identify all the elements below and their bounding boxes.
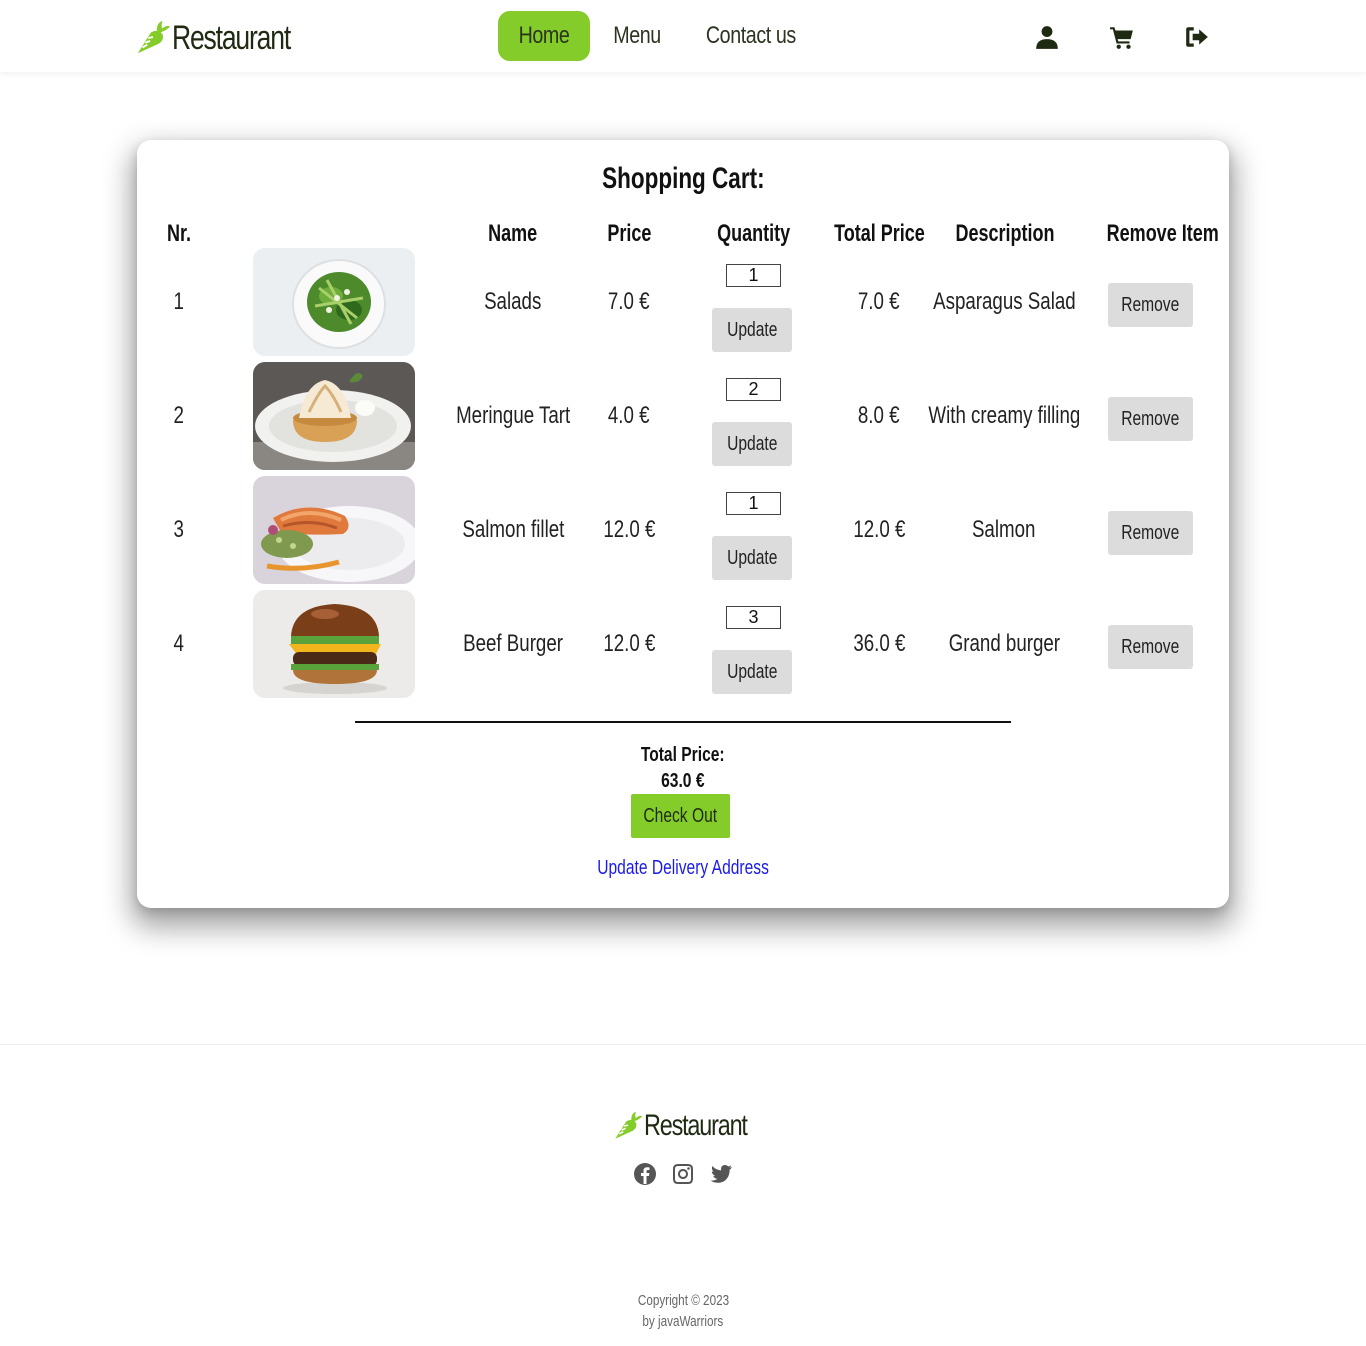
item-nr: 2 [173,402,185,429]
carrot-logo-icon [137,20,171,54]
item-description: With creamy filling [928,402,1080,429]
copyright: Copyright © 2023 by javaWarriors [0,1290,1366,1332]
header-quantity: Quantity [717,220,791,247]
header-nr: Nr. [166,220,191,247]
item-price: 4.0 € [608,402,650,429]
item-name: Beef Burger [463,630,563,657]
item-name: Meringue Tart [455,402,571,429]
item-nr: 4 [173,630,185,657]
checkout-button[interactable]: Check Out [631,794,730,838]
header-total-price: Total Price [834,220,925,247]
beef-burger-image [253,590,415,698]
item-price: 12.0 € [602,630,656,657]
item-name: Salmon fillet [462,516,564,543]
footer-brand-link[interactable]: Restaurant [612,1106,776,1146]
item-price: 12.0 € [602,516,656,543]
footer-divider [0,1044,1366,1045]
item-price: 7.0 € [608,288,650,315]
user-icon[interactable] [1030,20,1064,54]
cart-row: 1 Salads 7.0 € Update 7.0 € Asparagus Sa… [137,248,1229,356]
twitter-icon[interactable] [708,1161,734,1187]
quantity-input[interactable] [726,378,781,401]
remove-item-button[interactable]: Remove [1108,511,1193,555]
cart-divider [355,721,1011,723]
update-quantity-button[interactable]: Update [712,308,792,352]
brand-logo-link[interactable]: Restaurant [134,16,323,60]
social-links [632,1161,746,1187]
item-total-price: 12.0 € [852,516,906,543]
total-price-value: 63.0 € [661,770,705,792]
update-quantity-button[interactable]: Update [712,422,792,466]
item-description: Asparagus Salad [932,288,1076,315]
quantity-input[interactable] [726,606,781,629]
remove-item-button[interactable]: Remove [1108,625,1193,669]
footer-brand-name: Restaurant [644,1109,748,1142]
remove-item-button[interactable]: Remove [1108,397,1193,441]
cart-row: 3 Salmon fillet 12.0 € Update 12.0 € Sal… [137,476,1229,584]
update-quantity-button[interactable]: Update [712,650,792,694]
meringue-tart-image [253,362,415,470]
nav-link-menu[interactable]: Menu [590,11,684,61]
author-credit: by javaWarriors [642,1313,724,1330]
cart-row: 2 Meringue Tart 4.0 € Update 8.0 € With … [137,362,1229,470]
facebook-icon[interactable] [632,1161,658,1187]
item-name: Salads [484,288,542,315]
total-price-label: Total Price: [641,744,725,766]
header-description: Description [955,220,1055,247]
item-total-price: 36.0 € [852,630,906,657]
item-nr: 1 [173,288,185,315]
shopping-cart-card: Shopping Cart: Nr. Name Price Quantity T… [137,140,1229,908]
logout-icon[interactable] [1180,20,1214,54]
update-delivery-address-link[interactable]: Update Delivery Address [137,857,1229,880]
remove-item-button[interactable]: Remove [1108,283,1193,327]
brand-name: Restaurant [172,18,291,57]
main-nav: Home Menu Contact us [498,11,818,61]
header-remove-item: Remove Item [1106,220,1219,247]
nav-icon-group [1030,20,1255,54]
item-nr: 3 [173,516,185,543]
update-quantity-button[interactable]: Update [712,536,792,580]
item-description: Grand burger [948,630,1060,657]
cart-icon[interactable] [1105,20,1139,54]
quantity-input[interactable] [726,264,781,287]
navbar: Restaurant Home Menu Contact us [0,0,1366,72]
nav-link-contact[interactable]: Contact us [684,11,818,61]
quantity-input[interactable] [726,492,781,515]
copyright-text: Copyright © 2023 [637,1292,729,1309]
item-total-price: 7.0 € [858,288,900,315]
salmon-fillet-image [253,476,415,584]
cart-row: 4 Beef Burger 12.0 € Update 36.0 € Grand… [137,590,1229,698]
header-name: Name [488,220,538,247]
nav-link-home[interactable]: Home [498,11,590,61]
item-description: Salmon [972,516,1036,543]
cart-title: Shopping Cart: [601,162,765,195]
header-price: Price [606,220,652,247]
carrot-logo-icon [615,1111,643,1139]
salad-plate-image [253,248,415,356]
instagram-icon[interactable] [670,1161,696,1187]
